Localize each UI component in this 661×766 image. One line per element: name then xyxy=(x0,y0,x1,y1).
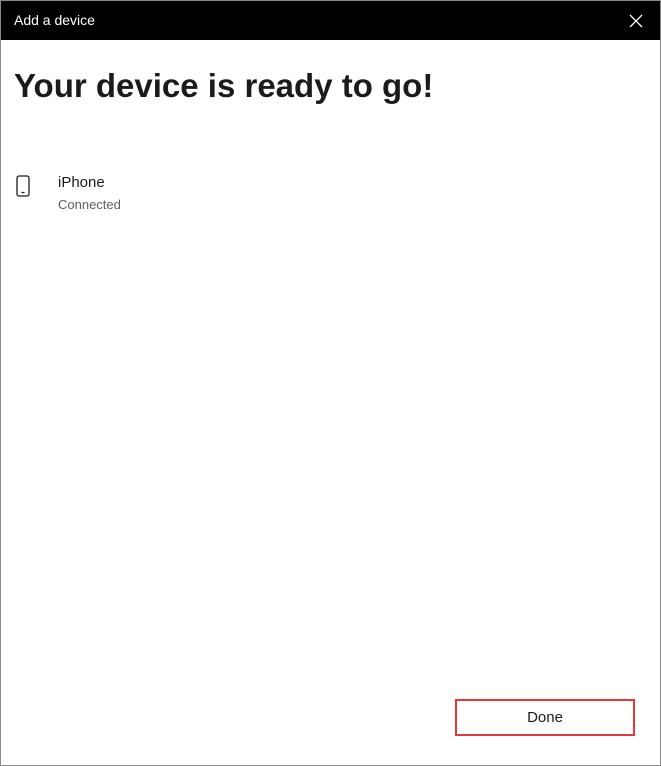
close-icon xyxy=(629,14,643,27)
device-list-item: iPhone Connected xyxy=(15,171,415,219)
phone-icon xyxy=(16,175,30,197)
close-button[interactable] xyxy=(612,1,660,40)
window-title: Add a device xyxy=(14,12,95,28)
device-name: iPhone xyxy=(58,174,105,191)
device-status: Connected xyxy=(58,197,121,212)
title-bar: Add a device xyxy=(1,1,660,40)
done-button[interactable]: Done xyxy=(455,699,635,736)
page-title: Your device is ready to go! xyxy=(14,67,434,104)
add-device-dialog: Add a device Your device is ready to go!… xyxy=(0,0,661,766)
